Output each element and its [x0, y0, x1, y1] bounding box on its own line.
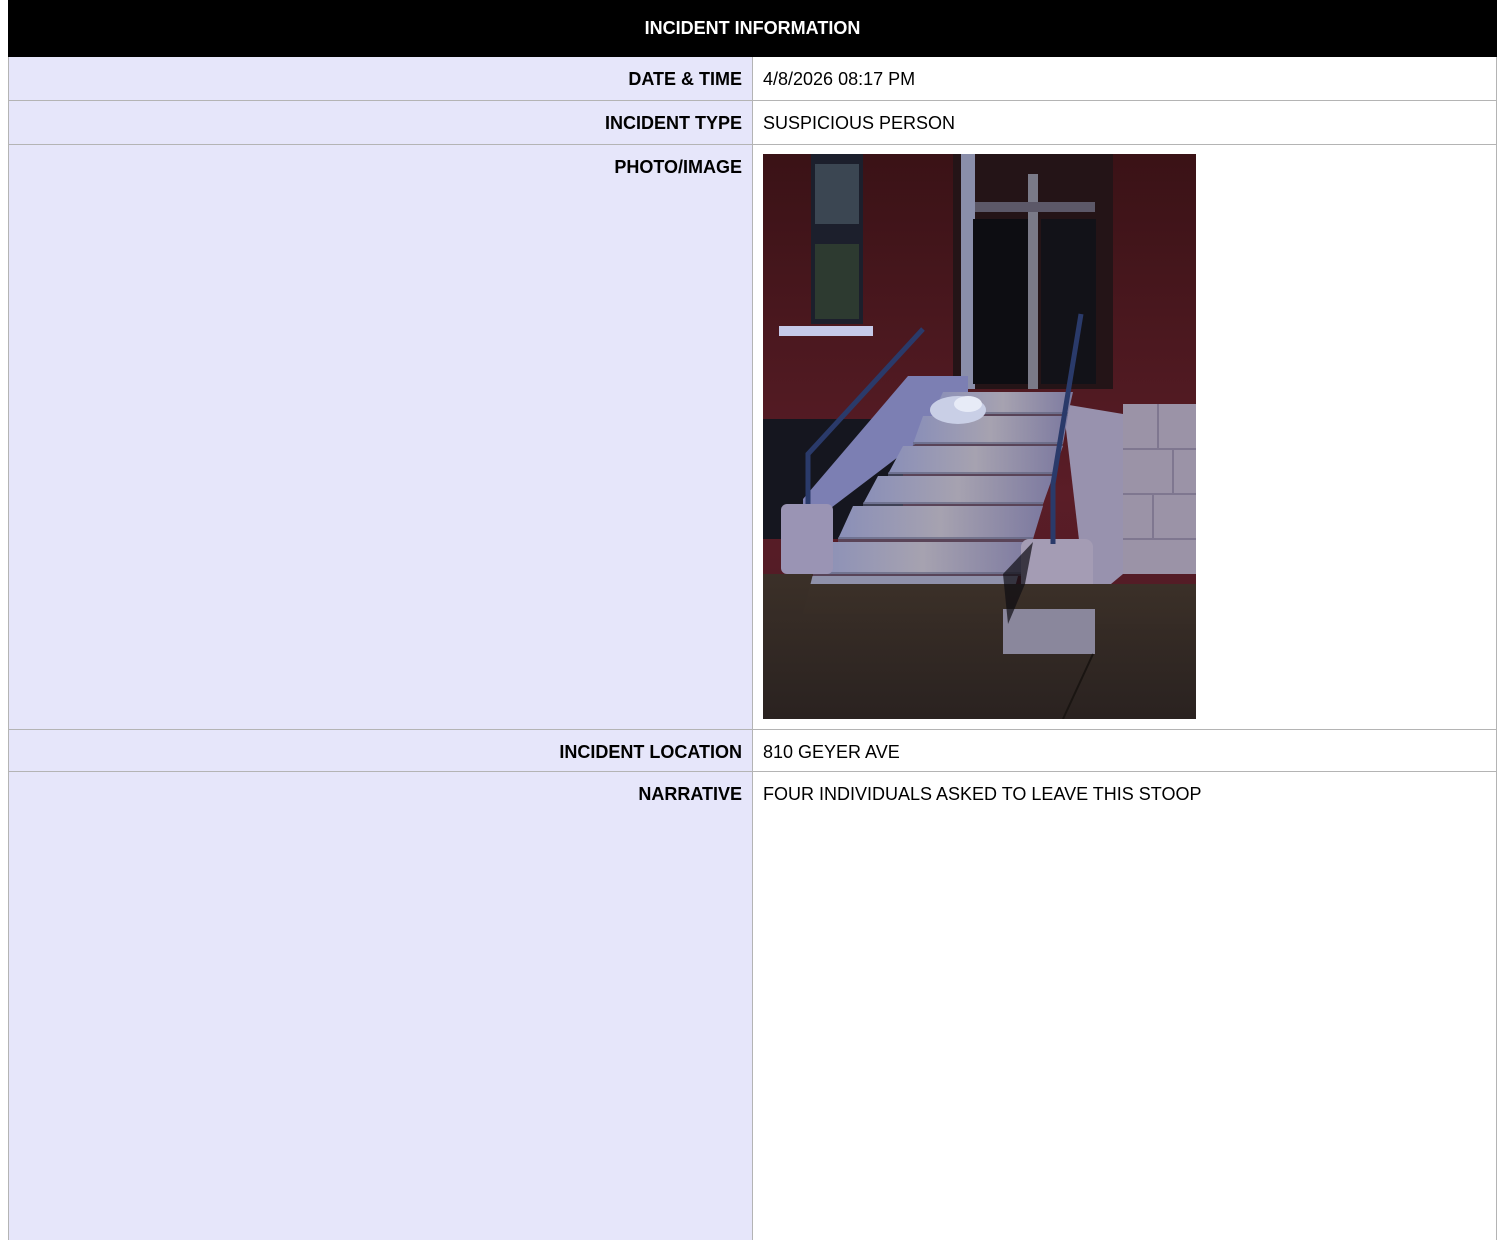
incident-type-label: INCIDENT TYPE: [9, 101, 753, 145]
incident-photo: [763, 154, 1196, 719]
photo-cell: [753, 145, 1497, 730]
row-incident-type: INCIDENT TYPE SUSPICIOUS PERSON: [9, 101, 1497, 145]
row-location: INCIDENT LOCATION 810 GEYER AVE: [9, 730, 1497, 772]
location-value: 810 GEYER AVE: [753, 730, 1497, 772]
location-label: INCIDENT LOCATION: [9, 730, 753, 772]
row-narrative: NARRATIVE FOUR INDIVIDUALS ASKED TO LEAV…: [9, 772, 1497, 1240]
photo-label: PHOTO/IMAGE: [9, 145, 753, 730]
date-time-label: DATE & TIME: [9, 57, 753, 101]
incident-table: INCIDENT INFORMATION DATE & TIME 4/8/202…: [8, 0, 1497, 1240]
row-date-time: DATE & TIME 4/8/2026 08:17 PM: [9, 57, 1497, 101]
row-photo: PHOTO/IMAGE: [9, 145, 1497, 730]
incident-type-value: SUSPICIOUS PERSON: [753, 101, 1497, 145]
narrative-label: NARRATIVE: [9, 772, 753, 1240]
narrative-value: FOUR INDIVIDUALS ASKED TO LEAVE THIS STO…: [753, 772, 1497, 1240]
table-header: INCIDENT INFORMATION: [9, 1, 1497, 57]
incident-report: INCIDENT INFORMATION DATE & TIME 4/8/202…: [8, 0, 1497, 1240]
date-time-value: 4/8/2026 08:17 PM: [753, 57, 1497, 101]
